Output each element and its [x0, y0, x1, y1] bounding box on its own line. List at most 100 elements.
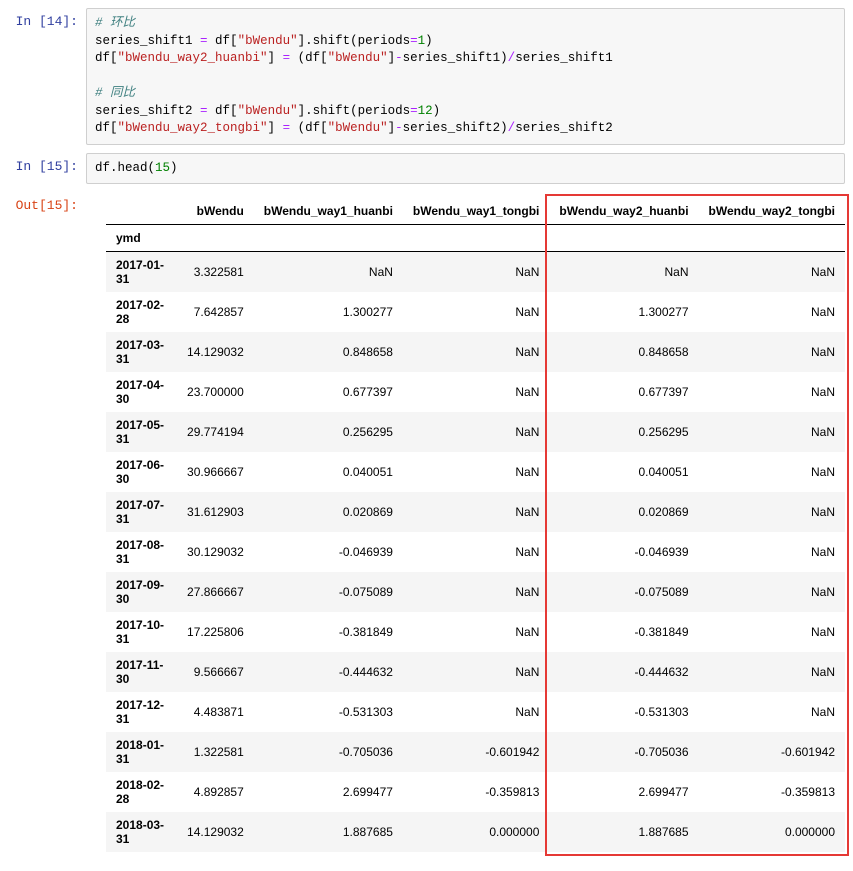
table-cell: 1.887685: [549, 812, 698, 852]
table-cell: 1.300277: [254, 292, 403, 332]
table-cell: NaN: [699, 292, 845, 332]
table-cell: NaN: [699, 692, 845, 732]
table-cell: NaN: [699, 452, 845, 492]
table-cell: 1.300277: [549, 292, 698, 332]
table-cell: 17.225806: [177, 612, 254, 652]
table-cell: 9.566667: [177, 652, 254, 692]
row-index: 2017-10-31: [106, 612, 177, 652]
table-row: 2017-04-3023.7000000.677397NaN0.677397Na…: [106, 372, 845, 412]
table-cell: -0.601942: [403, 732, 549, 772]
table-cell: NaN: [403, 492, 549, 532]
table-cell: NaN: [699, 492, 845, 532]
dataframe-table: bWendu bWendu_way1_huanbi bWendu_way1_to…: [106, 198, 845, 852]
table-cell: 0.000000: [403, 812, 549, 852]
row-index: 2018-03-31: [106, 812, 177, 852]
table-cell: 14.129032: [177, 812, 254, 852]
table-cell: -0.046939: [254, 532, 403, 572]
table-cell: -0.359813: [403, 772, 549, 812]
code-input[interactable]: df.head(15): [86, 153, 845, 185]
column-header: bWendu_way2_tongbi: [699, 198, 845, 225]
table-cell: 14.129032: [177, 332, 254, 372]
row-index: 2017-08-31: [106, 532, 177, 572]
table-cell: NaN: [699, 372, 845, 412]
table-cell: -0.601942: [699, 732, 845, 772]
index-name-row: ymd: [106, 225, 845, 252]
table-cell: NaN: [403, 332, 549, 372]
table-cell: 0.040051: [549, 452, 698, 492]
column-header: bWendu_way1_tongbi: [403, 198, 549, 225]
row-index: 2017-03-31: [106, 332, 177, 372]
table-row: 2018-02-284.8928572.699477-0.3598132.699…: [106, 772, 845, 812]
table-row: 2017-12-314.483871-0.531303NaN-0.531303N…: [106, 692, 845, 732]
table-cell: NaN: [699, 612, 845, 652]
table-cell: NaN: [549, 252, 698, 293]
table-cell: NaN: [403, 572, 549, 612]
table-cell: 0.256295: [549, 412, 698, 452]
code-cell-15: In [15]: df.head(15): [8, 153, 845, 185]
table-cell: 31.612903: [177, 492, 254, 532]
table-cell: 1.322581: [177, 732, 254, 772]
table-cell: 30.129032: [177, 532, 254, 572]
table-cell: NaN: [699, 572, 845, 612]
table-cell: NaN: [403, 252, 549, 293]
table-cell: -0.531303: [254, 692, 403, 732]
table-cell: NaN: [699, 532, 845, 572]
table-cell: NaN: [403, 372, 549, 412]
code-input[interactable]: # 环比 series_shift1 = df["bWendu"].shift(…: [86, 8, 845, 145]
output-area: bWendu bWendu_way1_huanbi bWendu_way1_to…: [86, 192, 845, 855]
row-index: 2017-05-31: [106, 412, 177, 452]
table-cell: NaN: [699, 412, 845, 452]
table-cell: 2.699477: [254, 772, 403, 812]
table-cell: 2.699477: [549, 772, 698, 812]
table-cell: -0.705036: [254, 732, 403, 772]
table-cell: NaN: [254, 252, 403, 293]
row-index: 2017-07-31: [106, 492, 177, 532]
table-row: 2017-05-3129.7741940.256295NaN0.256295Na…: [106, 412, 845, 452]
table-row: 2017-06-3030.9666670.040051NaN0.040051Na…: [106, 452, 845, 492]
row-index: 2017-04-30: [106, 372, 177, 412]
table-row: 2017-01-313.322581NaNNaNNaNNaN: [106, 252, 845, 293]
table-cell: NaN: [403, 692, 549, 732]
table-cell: -0.444632: [254, 652, 403, 692]
table-row: 2017-10-3117.225806-0.381849NaN-0.381849…: [106, 612, 845, 652]
table-cell: 23.700000: [177, 372, 254, 412]
table-cell: 30.966667: [177, 452, 254, 492]
table-row: 2017-03-3114.1290320.848658NaN0.848658Na…: [106, 332, 845, 372]
table-cell: 0.848658: [549, 332, 698, 372]
table-cell: -0.444632: [549, 652, 698, 692]
table-cell: 0.256295: [254, 412, 403, 452]
table-row: 2018-01-311.322581-0.705036-0.601942-0.7…: [106, 732, 845, 772]
header-blank: [106, 198, 177, 225]
table-row: 2017-02-287.6428571.300277NaN1.300277NaN: [106, 292, 845, 332]
output-cell-15: Out[15]: bWendu bWendu_way1_huanbi bWend…: [8, 192, 845, 855]
table-cell: NaN: [403, 612, 549, 652]
index-name: ymd: [106, 225, 177, 252]
table-header-row: bWendu bWendu_way1_huanbi bWendu_way1_to…: [106, 198, 845, 225]
table-cell: 0.677397: [549, 372, 698, 412]
table-cell: 4.483871: [177, 692, 254, 732]
table-cell: 0.000000: [699, 812, 845, 852]
table-row: 2017-11-309.566667-0.444632NaN-0.444632N…: [106, 652, 845, 692]
table-cell: -0.046939: [549, 532, 698, 572]
table-cell: -0.075089: [549, 572, 698, 612]
table-cell: -0.075089: [254, 572, 403, 612]
table-row: 2017-07-3131.6129030.020869NaN0.020869Na…: [106, 492, 845, 532]
table-cell: NaN: [699, 252, 845, 293]
table-cell: 27.866667: [177, 572, 254, 612]
row-index: 2018-02-28: [106, 772, 177, 812]
table-cell: -0.381849: [549, 612, 698, 652]
output-prompt: Out[15]:: [8, 192, 86, 855]
input-prompt: In [15]:: [8, 153, 86, 185]
table-cell: NaN: [403, 292, 549, 332]
table-cell: 29.774194: [177, 412, 254, 452]
table-cell: NaN: [699, 652, 845, 692]
table-row: 2018-03-3114.1290321.8876850.0000001.887…: [106, 812, 845, 852]
row-index: 2017-12-31: [106, 692, 177, 732]
row-index: 2017-11-30: [106, 652, 177, 692]
column-header: bWendu_way1_huanbi: [254, 198, 403, 225]
table-cell: 0.677397: [254, 372, 403, 412]
row-index: 2017-06-30: [106, 452, 177, 492]
table-cell: -0.381849: [254, 612, 403, 652]
table-cell: NaN: [403, 412, 549, 452]
table-cell: NaN: [699, 332, 845, 372]
